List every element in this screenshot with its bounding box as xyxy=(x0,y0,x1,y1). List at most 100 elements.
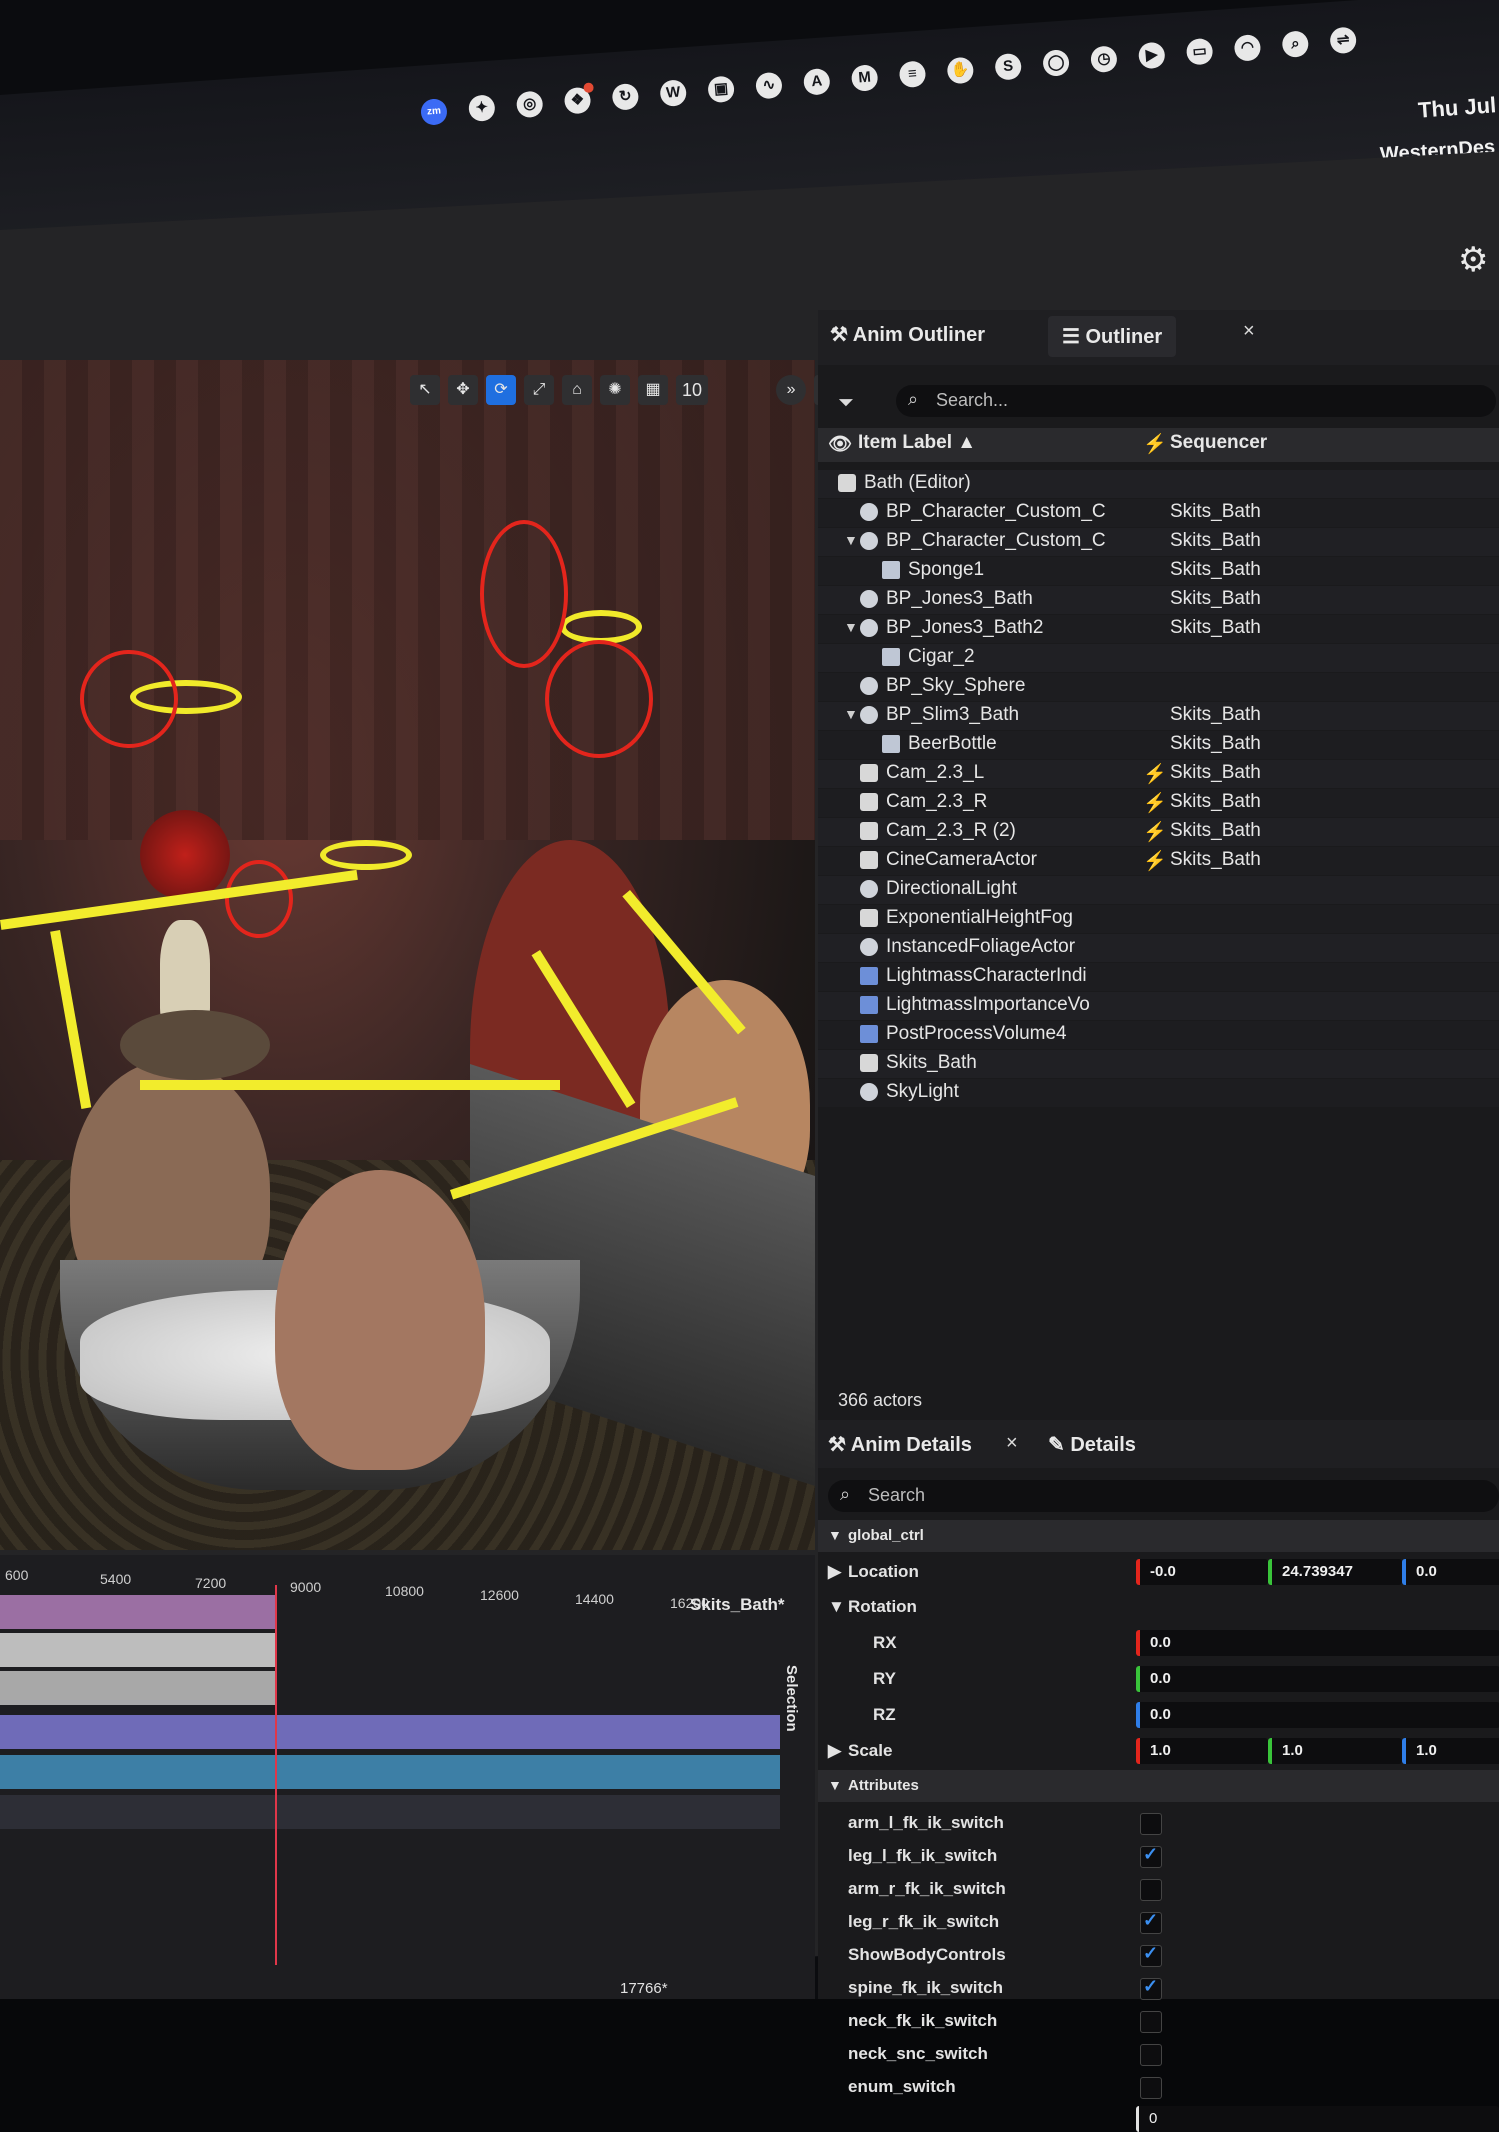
outliner-search-input[interactable]: ⌕ Search... xyxy=(896,385,1496,417)
outliner-row[interactable]: Sponge1 Skits_Bath xyxy=(818,557,1499,585)
grid-snap-icon[interactable]: ▦ xyxy=(638,375,668,405)
outliner-row[interactable]: PostProcessVolume4 xyxy=(818,1021,1499,1049)
filter-icon[interactable]: ⏷ xyxy=(838,392,854,415)
scale-x-field[interactable]: 1.0 xyxy=(1136,1738,1268,1764)
track-bar[interactable] xyxy=(0,1755,780,1789)
outliner-row[interactable]: Cam_2.3_L ⚡ Skits_Bath xyxy=(818,760,1499,788)
outliner-row[interactable]: BeerBottle Skits_Bath xyxy=(818,731,1499,759)
outliner-row[interactable]: ▼ BP_Slim3_Bath Skits_Bath xyxy=(818,702,1499,730)
rotation-rz-field[interactable]: 0.0 xyxy=(1136,1702,1499,1728)
outliner-row[interactable]: Cam_2.3_R ⚡ Skits_Bath xyxy=(818,789,1499,817)
track-bar[interactable] xyxy=(0,1795,780,1829)
outliner-row[interactable]: ExponentialHeightFog xyxy=(818,905,1499,933)
shoulder-control[interactable] xyxy=(225,860,293,938)
outliner-row[interactable]: BP_Jones3_Bath Skits_Bath xyxy=(818,586,1499,614)
stack-icon[interactable]: ≡ xyxy=(898,60,927,89)
attribute-checkbox[interactable] xyxy=(1140,1976,1162,2000)
s-icon[interactable]: S xyxy=(994,52,1023,81)
sequencer-timeline[interactable]: 600 5400 7200 9000 10800 12600 14400 16200 Skit… xyxy=(0,1555,815,1999)
select-tool-icon[interactable]: ↖ xyxy=(410,375,440,405)
playhead[interactable] xyxy=(275,1585,277,1965)
track-bar[interactable] xyxy=(0,1671,275,1705)
neck-control[interactable] xyxy=(560,610,642,644)
sequencer-bolt-icon[interactable]: ⚡ xyxy=(1143,762,1167,786)
clock-icon[interactable]: ◷ xyxy=(1089,45,1118,74)
hand-control[interactable] xyxy=(545,640,653,758)
section-global-ctrl[interactable]: ▼ global_ctrl xyxy=(818,1520,1499,1552)
location-z-field[interactable]: 0.0 xyxy=(1402,1559,1499,1585)
zoom-icon[interactable]: zm xyxy=(420,97,448,126)
outliner-row[interactable]: ▼ BP_Jones3_Bath2 Skits_Bath xyxy=(818,615,1499,643)
world-local-icon[interactable]: ⌂ xyxy=(562,375,592,405)
arm-control-left[interactable] xyxy=(80,650,178,748)
tab-outliner[interactable]: ☰ Outliner xyxy=(1048,316,1177,357)
chrome-icon[interactable]: ◎ xyxy=(515,90,544,119)
translate-tool-icon[interactable]: ✥ xyxy=(448,375,478,405)
attribute-checkbox[interactable] xyxy=(1140,2011,1162,2033)
sequencer-bolt-icon[interactable]: ⚡ xyxy=(1143,849,1167,873)
grid-size-value[interactable]: 10 xyxy=(676,375,709,405)
outliner-row[interactable]: Bath (Editor) xyxy=(818,470,1499,498)
tab-details[interactable]: ✎ Details xyxy=(1048,1432,1136,1457)
attribute-checkbox[interactable] xyxy=(1140,1813,1162,1835)
play-icon[interactable]: ▶ xyxy=(1137,41,1166,70)
figma-icon[interactable]: ✦ xyxy=(467,94,496,123)
section-attributes[interactable]: ▼ Attributes xyxy=(818,1770,1499,1802)
scale-y-field[interactable]: 1.0 xyxy=(1268,1738,1402,1764)
details-search-input[interactable]: ⌕ Search xyxy=(828,1480,1499,1512)
menubar-clock[interactable]: Thu Jul xyxy=(1417,92,1497,123)
location-x-field[interactable]: -0.0 xyxy=(1136,1559,1268,1585)
sequencer-bolt-icon[interactable]: ⚡ xyxy=(1143,791,1167,815)
attribute-checkbox[interactable] xyxy=(1140,1910,1162,1934)
toggle-icon[interactable]: ⇌ xyxy=(1329,26,1358,55)
enum-switch-field[interactable]: 0 xyxy=(1136,2106,1499,2132)
rotate-tool-icon[interactable]: ⟳ xyxy=(486,375,516,405)
outliner-row[interactable]: LightmassImportanceVo xyxy=(818,992,1499,1020)
attribute-checkbox[interactable] xyxy=(1140,1943,1162,1967)
outliner-row[interactable]: DirectionalLight xyxy=(818,876,1499,904)
search-icon[interactable]: ⌕ xyxy=(1281,30,1310,59)
attribute-checkbox[interactable] xyxy=(1140,1879,1162,1901)
column-sequencer[interactable]: Sequencer xyxy=(1170,432,1267,454)
outliner-row[interactable]: BP_Sky_Sphere xyxy=(818,673,1499,701)
scale-tool-icon[interactable]: ⤢ xyxy=(524,375,554,405)
wifi-icon[interactable]: ◠ xyxy=(1233,33,1262,62)
sync-icon[interactable]: ↻ xyxy=(611,82,640,111)
expand-arrow-icon[interactable]: ▶ xyxy=(828,1741,841,1761)
outliner-row[interactable]: LightmassCharacterIndi xyxy=(818,963,1499,991)
location-y-field[interactable]: 24.739347 xyxy=(1268,1559,1402,1585)
character-bathing-woman[interactable] xyxy=(275,1170,485,1470)
outliner-row[interactable]: ▼ BP_Character_Custom_C Skits_Bath xyxy=(818,528,1499,556)
outliner-row[interactable]: BP_Character_Custom_C Skits_Bath xyxy=(818,499,1499,527)
rotation-rx-field[interactable]: 0.0 xyxy=(1136,1630,1499,1656)
attribute-checkbox[interactable] xyxy=(1140,2044,1162,2066)
outliner-row[interactable]: InstancedFoliageActor xyxy=(818,934,1499,962)
settings-gear-icon[interactable]: ⚙ xyxy=(1458,240,1488,280)
more-options-icon[interactable]: » xyxy=(776,375,807,405)
surface-snap-icon[interactable]: ✺ xyxy=(600,375,630,405)
visibility-eye-icon[interactable]: 👁 xyxy=(828,432,852,456)
close-anim-details-tab-icon[interactable]: × xyxy=(1006,1432,1018,1455)
outliner-row[interactable]: Skits_Bath xyxy=(818,1050,1499,1078)
expand-arrow-icon[interactable]: ▶ xyxy=(828,1562,841,1582)
scale-z-field[interactable]: 1.0 xyxy=(1402,1738,1499,1764)
track-bar[interactable] xyxy=(0,1595,275,1629)
level-viewport[interactable] xyxy=(0,360,815,1550)
selection-label[interactable]: Selection xyxy=(783,1665,800,1732)
attribute-checkbox[interactable] xyxy=(1140,2077,1162,2099)
expand-arrow-icon[interactable]: ▼ xyxy=(844,619,858,635)
outliner-row[interactable]: CineCameraActor ⚡ Skits_Bath xyxy=(818,847,1499,875)
track-bar[interactable] xyxy=(0,1633,275,1667)
a-icon[interactable]: A xyxy=(802,67,831,96)
expand-arrow-icon[interactable]: ▼ xyxy=(844,706,858,722)
battery-icon[interactable]: ▭ xyxy=(1185,37,1214,66)
window-icon[interactable]: ▣ xyxy=(707,75,736,104)
tab-anim-details[interactable]: ⚒ Anim Details xyxy=(828,1432,972,1457)
w-icon[interactable]: W xyxy=(659,79,688,108)
circle-icon[interactable]: ◯ xyxy=(1042,49,1071,77)
expand-arrow-icon[interactable]: ▼ xyxy=(844,532,858,548)
tab-anim-outliner[interactable]: ⚒ Anim Outliner xyxy=(830,322,985,347)
attribute-checkbox[interactable] xyxy=(1140,1844,1162,1868)
hand-icon[interactable]: ✋ xyxy=(946,56,975,85)
track-bar[interactable] xyxy=(0,1715,780,1749)
